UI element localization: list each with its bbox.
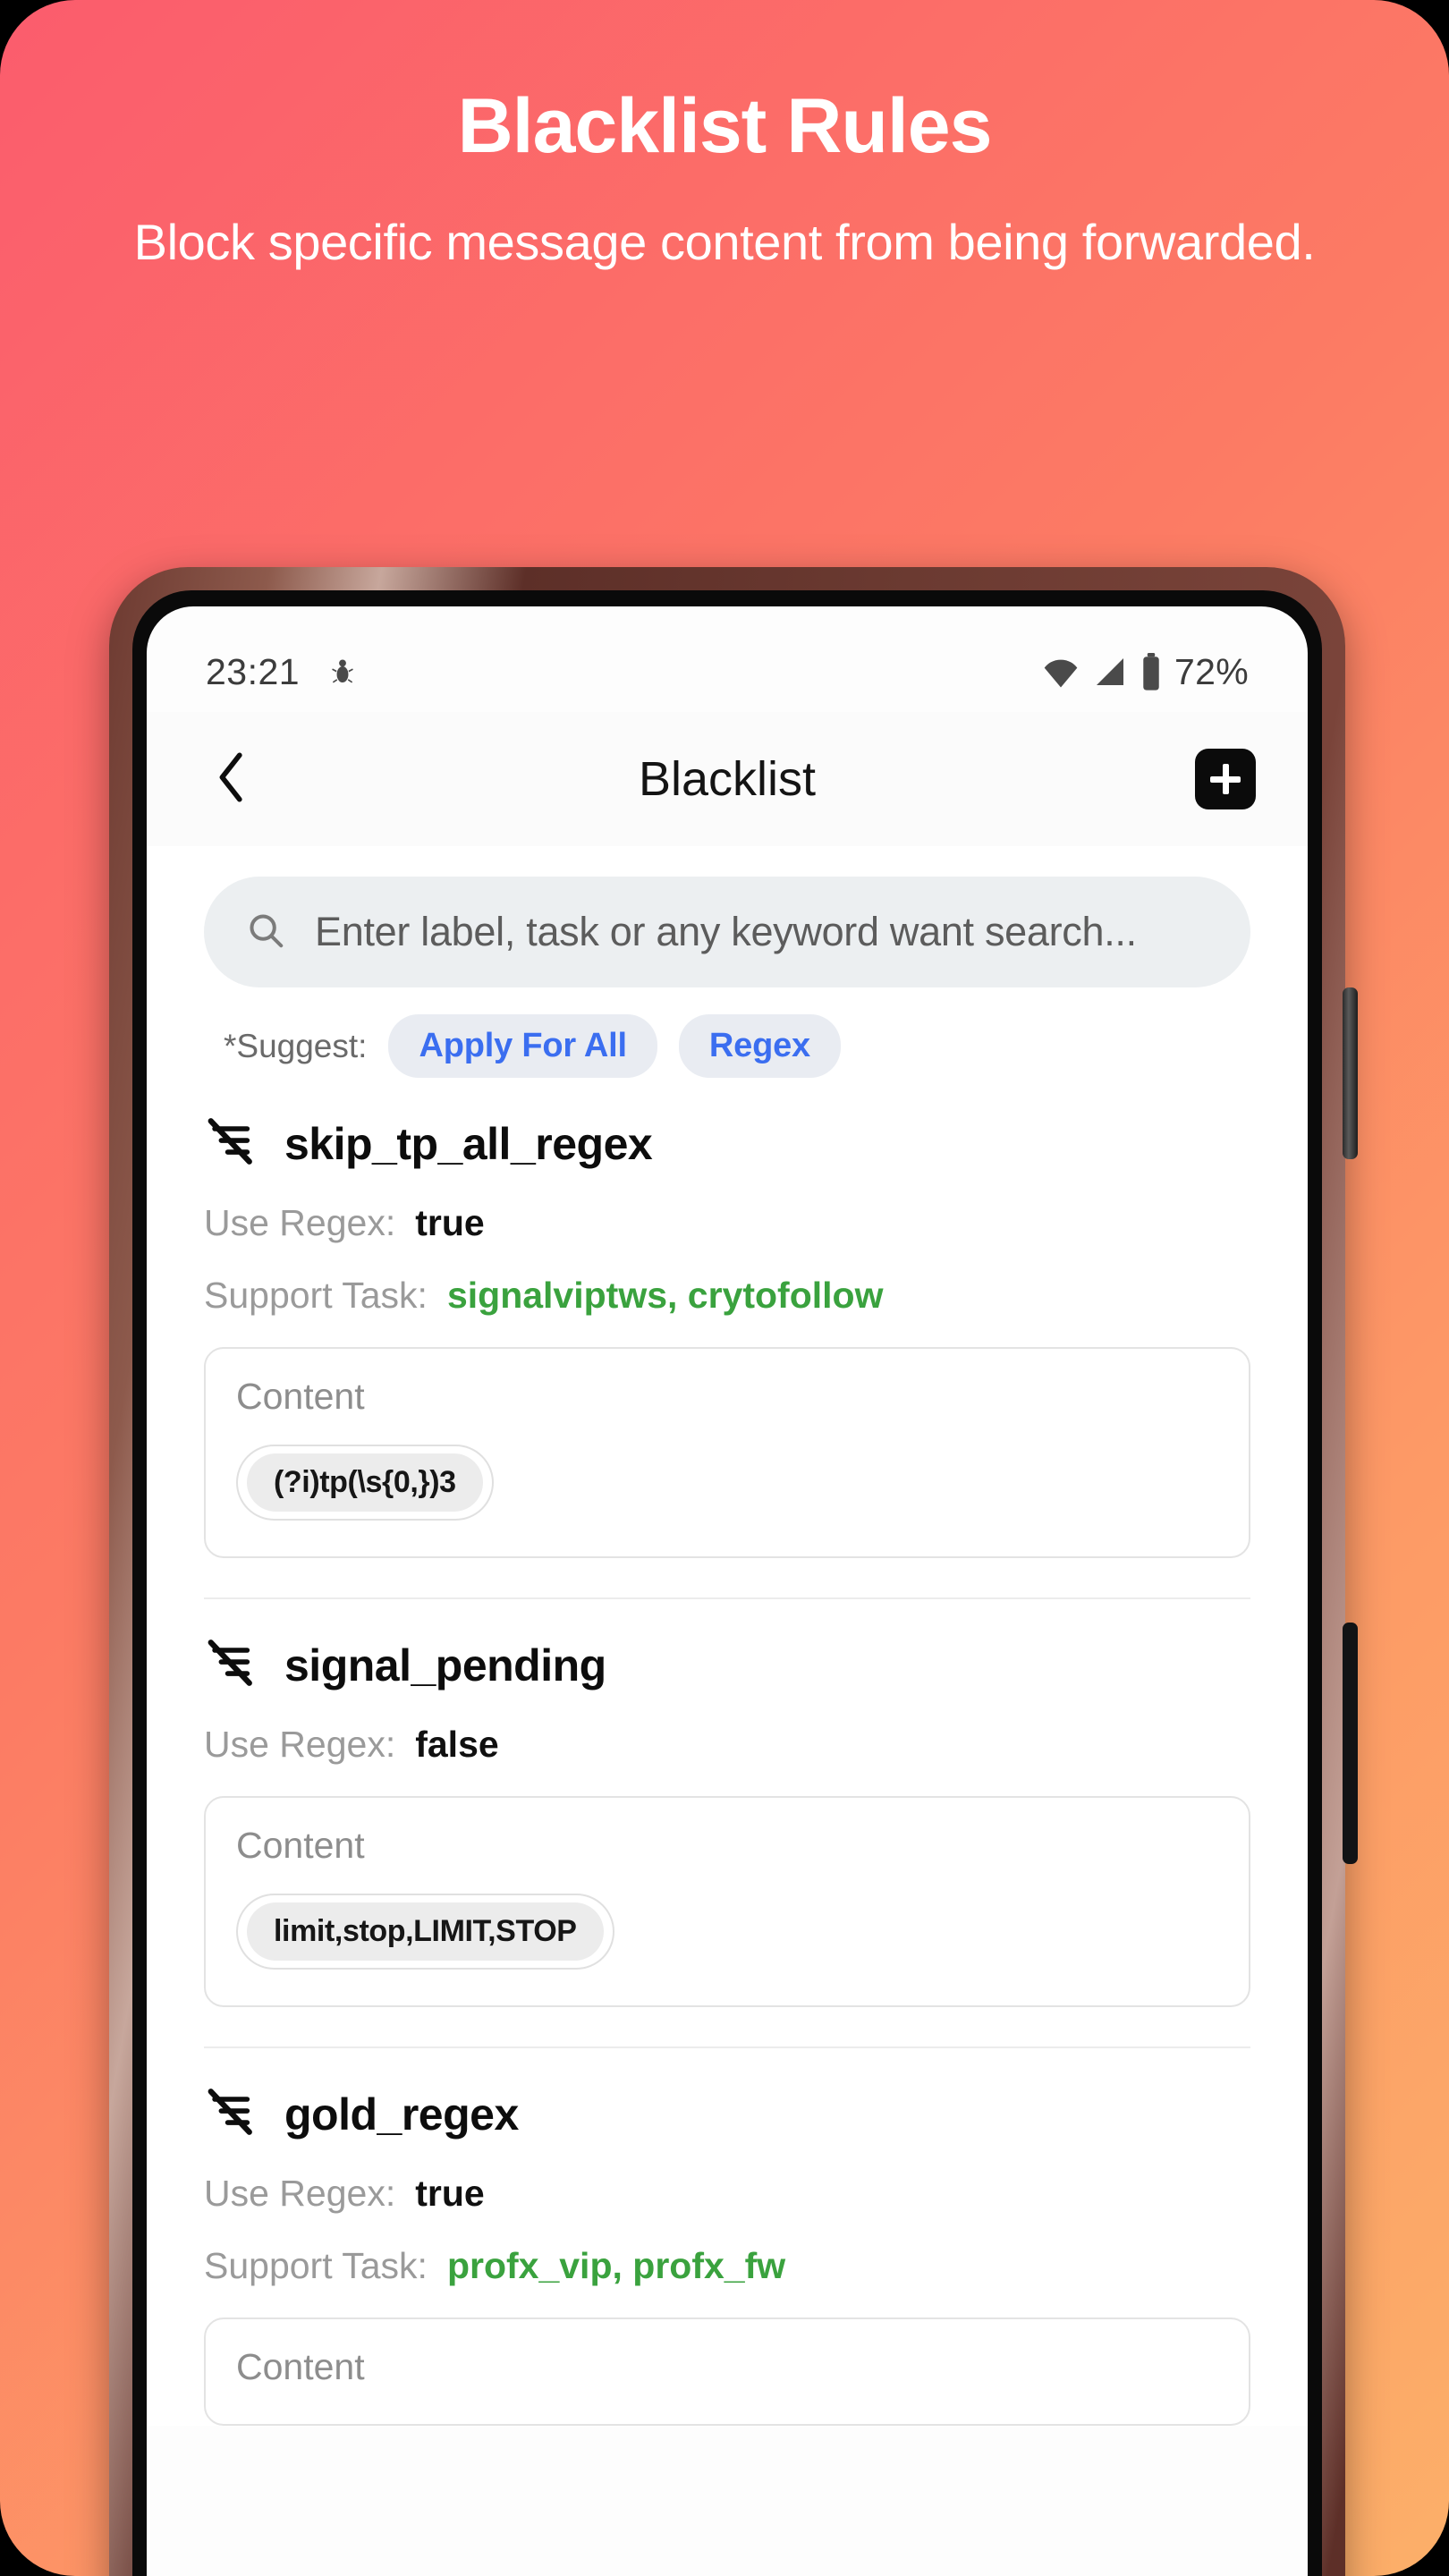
page-title: Blacklist (638, 752, 817, 806)
status-bar-left: 23:21 (206, 651, 359, 693)
wifi-icon (1041, 654, 1080, 690)
content-chip-list: (?i)tp(\s{0,})3 (236, 1445, 1218, 1521)
phone-device-frame: 23:21 72% Blacklist Enter label, task or… (109, 567, 1358, 2576)
use-regex-value: true (415, 1202, 485, 1243)
battery-icon (1140, 653, 1163, 691)
rule-name: gold_regex (284, 2089, 519, 2140)
status-bar: 23:21 72% (147, 606, 1308, 712)
suggest-row: *Suggest: Apply For All Regex (147, 987, 1308, 1078)
search-placeholder: Enter label, task or any keyword want se… (315, 909, 1137, 954)
rule-header: signal_pending (204, 1637, 1250, 1693)
filter-off-icon (204, 1637, 256, 1693)
rule-name: signal_pending (284, 1640, 606, 1690)
page-body: Enter label, task or any keyword want se… (147, 846, 1308, 2426)
content-label: Content (236, 1825, 365, 1866)
content-chip-label: (?i)tp(\s{0,})3 (247, 1453, 483, 1512)
rule-item[interactable]: skip_tp_all_regex Use Regex: true Suppor… (147, 1078, 1308, 1558)
promo-title: Blacklist Rules (457, 83, 993, 169)
support-task-value: signalviptws, crytofollow (446, 1275, 884, 1316)
signal-icon (1092, 654, 1128, 690)
status-bar-right: 72% (1041, 651, 1249, 693)
promo-header: Blacklist Rules Block specific message c… (0, 86, 1449, 272)
plus-icon (1195, 749, 1256, 809)
support-task-value: profx_vip, profx_fw (446, 2245, 786, 2286)
search-section: Enter label, task or any keyword want se… (147, 846, 1308, 987)
app-bar: Blacklist (147, 712, 1308, 846)
search-icon (245, 910, 286, 955)
phone-screen: 23:21 72% Blacklist Enter label, task or… (147, 606, 1308, 2576)
rule-support-task: Support Task: signalviptws, crytofollow (204, 1275, 1250, 1317)
promo-subtitle: Block specific message content from bein… (133, 214, 1316, 271)
chevron-left-icon (212, 750, 251, 809)
search-input[interactable]: Enter label, task or any keyword want se… (204, 877, 1250, 987)
rule-item[interactable]: gold_regex Use Regex: true Support Task:… (147, 2048, 1308, 2426)
content-chip[interactable]: (?i)tp(\s{0,})3 (236, 1445, 494, 1521)
content-label: Content (236, 1376, 365, 1417)
volume-button[interactable] (1343, 1623, 1358, 1864)
content-chip-list: limit,stop,LIMIT,STOP (236, 1894, 1218, 1970)
use-regex-value: true (415, 2173, 485, 2214)
rule-use-regex: Use Regex: true (204, 1202, 1250, 1244)
use-regex-label: Use Regex: (204, 1724, 396, 1765)
suggest-label: *Suggest: (224, 1027, 368, 1064)
rule-header: gold_regex (204, 2086, 1250, 2142)
rule-use-regex: Use Regex: false (204, 1724, 1250, 1766)
content-chip[interactable]: limit,stop,LIMIT,STOP (236, 1894, 614, 1970)
use-regex-value: false (415, 1724, 499, 1765)
rule-use-regex: Use Regex: true (204, 2173, 1250, 2215)
support-task-label: Support Task: (204, 2245, 428, 2286)
rule-content-box: Content (?i)tp(\s{0,})3 (204, 1347, 1250, 1558)
phone-screen-bezel: 23:21 72% Blacklist Enter label, task or… (132, 590, 1322, 2576)
status-time: 23:21 (206, 650, 301, 692)
add-rule-button[interactable] (1195, 749, 1256, 809)
suggest-chip-regex[interactable]: Regex (678, 1014, 841, 1078)
promo-screenshot-root: Blacklist Rules Block specific message c… (0, 0, 1449, 2576)
rule-support-task: Support Task: profx_vip, profx_fw (204, 2245, 1250, 2287)
battery-percent: 72% (1174, 650, 1249, 692)
content-chip-label: limit,stop,LIMIT,STOP (247, 1902, 604, 1961)
rule-item[interactable]: signal_pending Use Regex: false Content (147, 1599, 1308, 2007)
rule-header: skip_tp_all_regex (204, 1115, 1250, 1172)
suggest-chip-apply-for-all[interactable]: Apply For All (388, 1014, 657, 1078)
rule-content-box: Content limit,stop,LIMIT,STOP (204, 1796, 1250, 2007)
back-button[interactable] (199, 746, 265, 812)
rule-content-box: Content (204, 2318, 1250, 2426)
support-task-label: Support Task: (204, 1275, 428, 1316)
rule-name: skip_tp_all_regex (284, 1118, 653, 1169)
use-regex-label: Use Regex: (204, 1202, 396, 1243)
content-label: Content (236, 2346, 365, 2387)
filter-off-icon (204, 2086, 256, 2142)
use-regex-label: Use Regex: (204, 2173, 396, 2214)
rules-list: skip_tp_all_regex Use Regex: true Suppor… (147, 1078, 1308, 2426)
power-button[interactable] (1343, 987, 1358, 1159)
filter-off-icon (204, 1115, 256, 1172)
bug-icon (326, 654, 359, 690)
